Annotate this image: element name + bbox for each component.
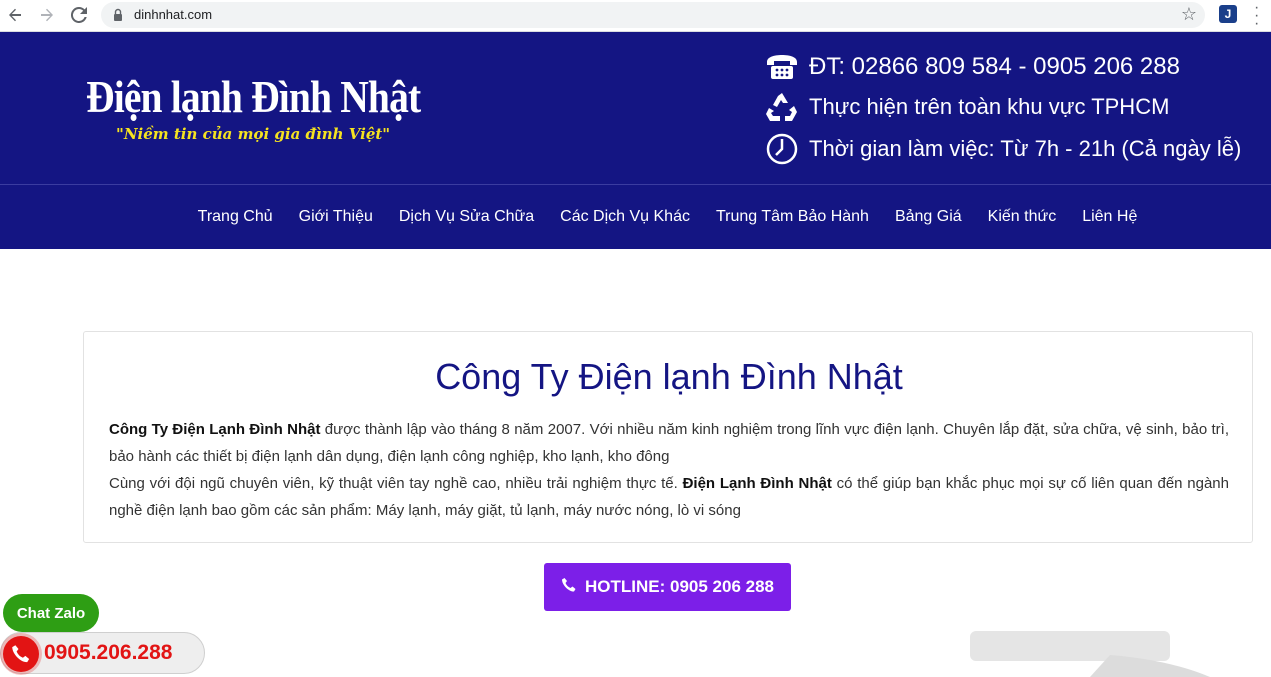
nav-item-gioi-thieu[interactable]: Giới Thiệu [286,208,386,226]
url-text[interactable]: dinhnhat.com [134,7,212,22]
hours-info: Thời gian làm việc: Từ 7h - 21h (Cả ngày… [765,133,1242,165]
nav-item-bang-gia[interactable]: Bảng Giá [882,208,975,226]
phone-number[interactable]: 0905.206.288 [44,641,172,665]
phone-line: ĐT: 02866 809 584 - 0905 206 288 [809,53,1180,80]
reload-icon[interactable] [68,4,90,26]
nav-item-trung-tam-bao-hanh[interactable]: Trung Tâm Bảo Hành [703,208,882,226]
chat-zalo-button[interactable]: Chat Zalo [3,594,99,632]
area-info: Thực hiện trên toàn khu vực TPHCM [765,92,1169,122]
nav-item-lien-he[interactable]: Liên Hệ [1069,208,1150,226]
hotline-button[interactable]: HOTLINE: 0905 206 288 [544,563,791,611]
telephone-icon [765,52,799,82]
intro-paragraph-2-start: Cùng với đội ngũ chuyên viên, kỹ thuật v… [109,475,683,492]
hotline-label: HOTLINE: 0905 206 288 [585,577,774,596]
lock-icon [114,8,122,21]
logo-slogan: "Niềm tin của mọi gia đình Việt" [116,125,391,143]
site-header: Điện lạnh Đình Nhật "Niềm tin của mọi gi… [0,32,1271,184]
forward-arrow-icon[interactable] [36,4,58,26]
nav-item-cac-dich-vu-khac[interactable]: Các Dịch Vụ Khác [547,208,703,226]
company-title: Công Ty Điện lạnh Đình Nhật [435,356,903,397]
hours-line: Thời gian làm việc: Từ 7h - 21h (Cả ngày… [809,136,1242,161]
brand-name-bold: Điện Lạnh Đình Nhật [682,475,832,492]
clock-icon [765,133,799,165]
nav-item-trang-chu[interactable]: Trang Chủ [185,208,286,226]
browser-toolbar: dinhnhat.com ☆ J · · · [0,0,1271,32]
area-line: Thực hiện trên toàn khu vực TPHCM [809,94,1170,119]
company-name-bold: Công Ty Điện Lạnh Đình Nhật [109,421,321,438]
recycle-icon [765,92,799,122]
intro-text: Công Ty Điện Lạnh Đình Nhật được thành l… [109,416,1229,524]
phone-call-icon[interactable] [3,636,39,672]
phone-info: ĐT: 02866 809 584 - 0905 206 288 [765,52,1180,82]
nav-item-dich-vu-sua-chua[interactable]: Dịch Vụ Sửa Chữa [386,208,547,226]
extension-icon[interactable]: J [1219,5,1237,23]
main-nav: Trang Chủ Giới Thiệu Dịch Vụ Sửa Chữa Cá… [0,184,1271,249]
back-arrow-icon[interactable] [4,4,26,26]
logo-title[interactable]: Điện lạnh Đình Nhật [86,70,421,123]
address-bar[interactable]: dinhnhat.com ☆ [101,2,1205,28]
product-image [970,631,1210,677]
star-icon[interactable]: ☆ [1181,4,1197,25]
nav-item-kien-thuc[interactable]: Kiến thức [975,208,1070,226]
phone-icon [561,577,577,598]
intro-card: Công Ty Điện lạnh Đình Nhật Công Ty Điện… [83,331,1253,543]
menu-icon[interactable]: · · · [1254,0,1259,32]
